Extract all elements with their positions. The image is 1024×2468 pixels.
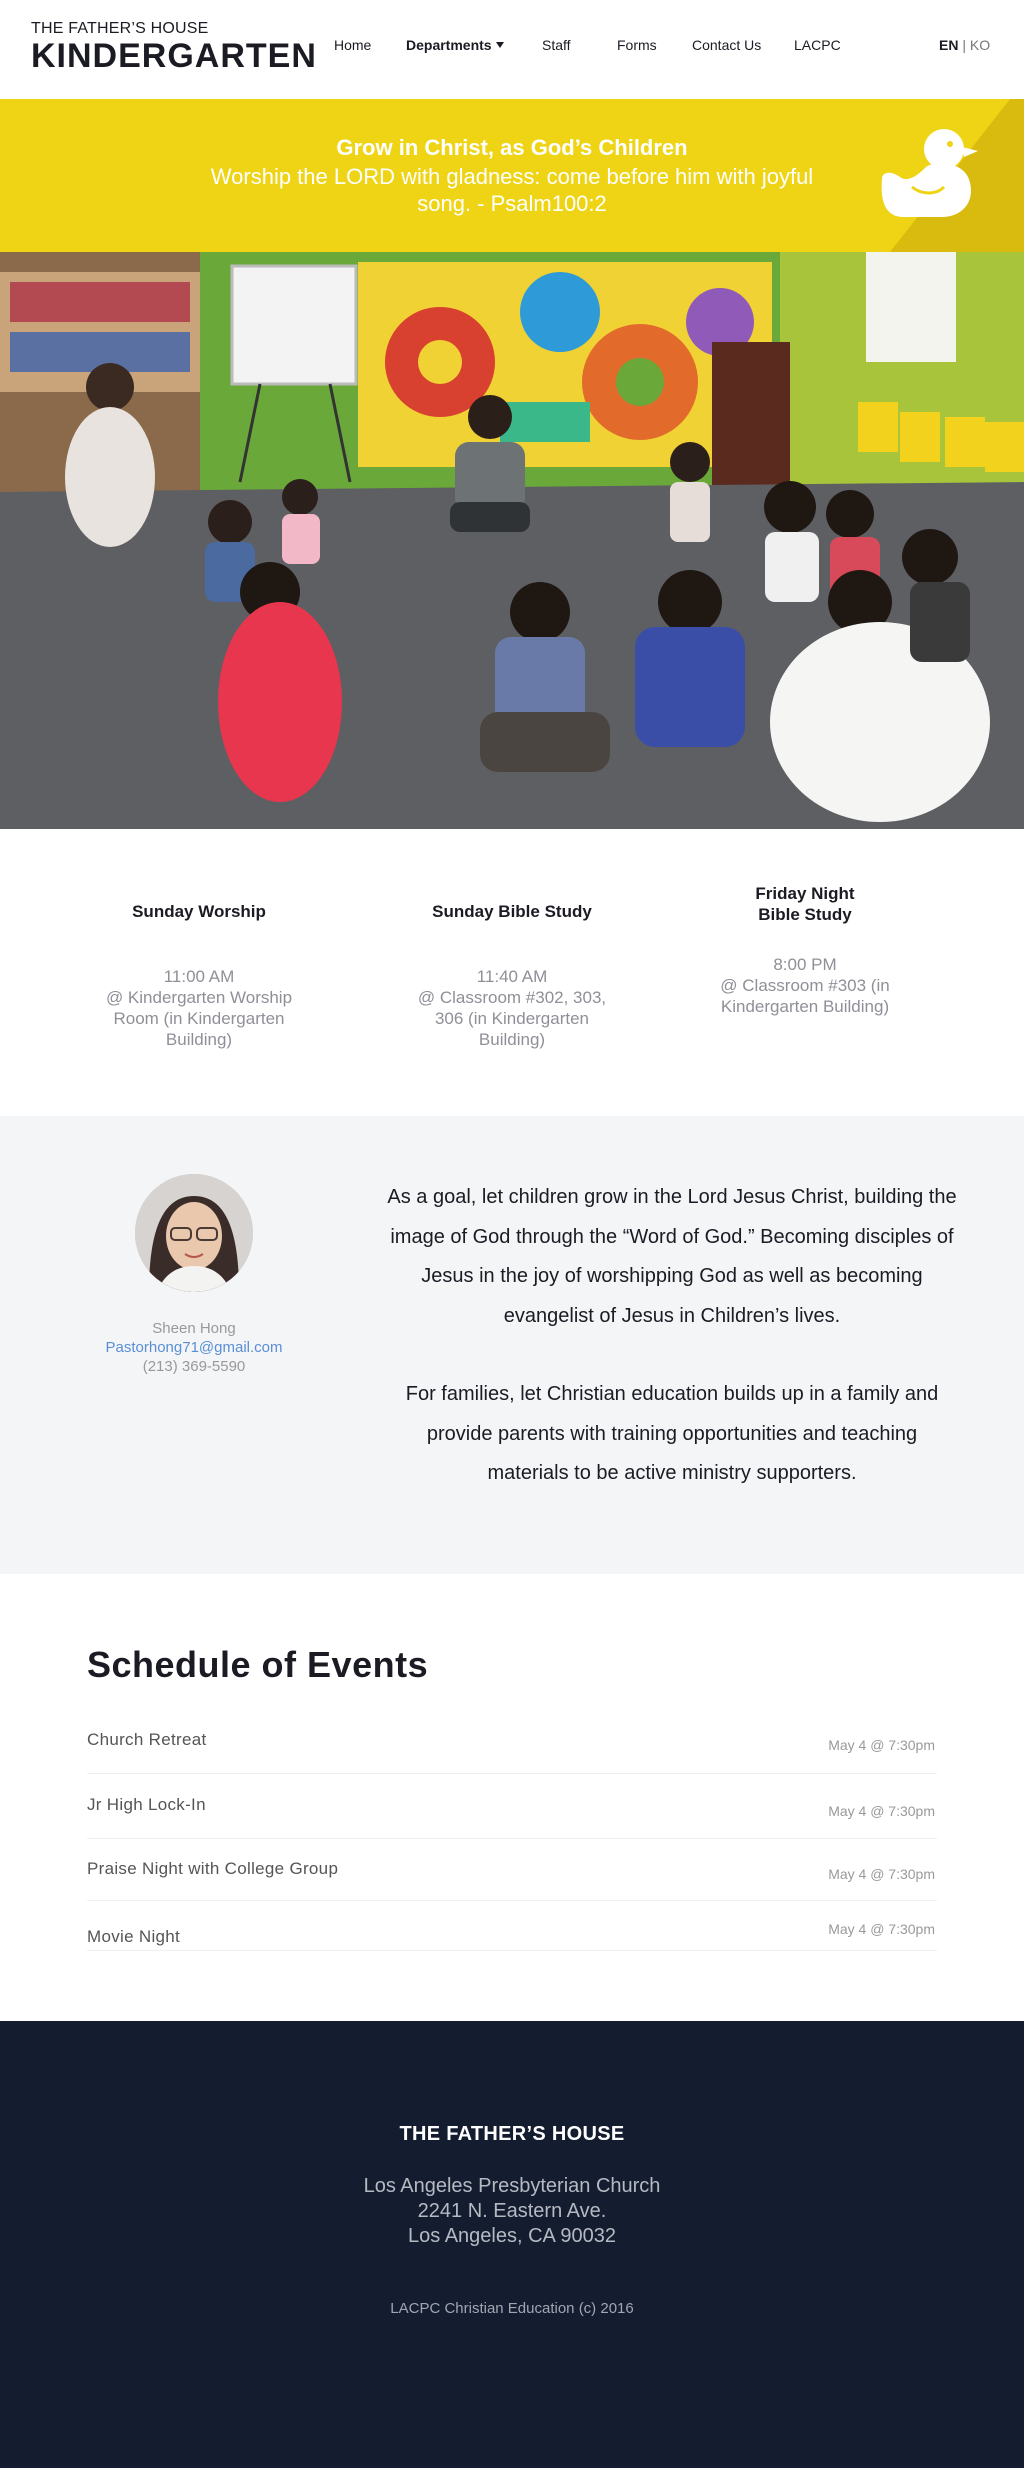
event-divider: [87, 1950, 937, 1951]
nav-forms[interactable]: Forms: [617, 37, 657, 53]
service-sunday-bible-study: Sunday Bible Study 11:40 AM @ Classroom …: [402, 891, 622, 1050]
hero-photo: [0, 252, 1024, 829]
nav-departments[interactable]: Departments: [406, 37, 504, 53]
nav-lacpc[interactable]: LACPC: [794, 37, 841, 53]
rubber-duck-icon: [881, 129, 978, 217]
service-time: 11:40 AM: [476, 967, 548, 986]
logo-title: KINDERGARTEN: [31, 37, 317, 75]
footer-city: Los Angeles, CA 90032: [408, 2225, 616, 2247]
service-time: 11:00 AM: [163, 967, 235, 986]
footer-title: THE FATHER’S HOUSE: [399, 2123, 625, 2145]
event-date: May 4 @ 7:30pm: [828, 1737, 935, 1753]
event-name[interactable]: Church Retreat: [87, 1730, 206, 1750]
service-title: Friday Night Bible Study: [755, 884, 855, 924]
event-name[interactable]: Praise Night with College Group: [87, 1859, 338, 1879]
footer-church-name: Los Angeles Presbyterian Church: [363, 2175, 661, 2197]
service-times: Sunday Worship 11:00 AM @ Kindergarten W…: [0, 829, 1024, 1116]
language-switcher: EN | KO: [939, 37, 990, 53]
mission-section: Sheen Hong Pastorhong71@gmail.com (213) …: [0, 1116, 1024, 1574]
event-date: May 4 @ 7:30pm: [828, 1921, 935, 1937]
banner-title: Grow in Christ, as God’s Children: [336, 135, 688, 160]
classroom-illustration: [0, 252, 1024, 829]
service-time: 8:00 PM: [773, 955, 837, 974]
staff-phone: (213) 369-5590: [142, 1358, 246, 1375]
chevron-down-icon: [495, 42, 504, 48]
avatar: [135, 1174, 253, 1292]
nav-staff[interactable]: Staff: [542, 37, 571, 53]
staff-name: Sheen Hong: [152, 1320, 236, 1337]
lang-en[interactable]: EN: [939, 37, 958, 53]
event-divider: [87, 1838, 937, 1839]
staff-photo: [135, 1174, 253, 1292]
service-sunday-worship: Sunday Worship 11:00 AM @ Kindergarten W…: [89, 891, 309, 1050]
site-footer: THE FATHER’S HOUSE Los Angeles Presbyter…: [0, 2021, 1024, 2468]
site-header: THE FATHER’S HOUSE KINDERGARTEN Home Dep…: [0, 0, 1024, 99]
service-title: Sunday Worship: [132, 902, 266, 921]
event-date: May 4 @ 7:30pm: [828, 1866, 935, 1882]
service-place: @ Classroom #302, 303, 306 (in Kindergar…: [417, 988, 607, 1049]
service-friday-bible-study: Friday Night Bible Study 8:00 PM @ Class…: [694, 883, 916, 1017]
service-place: @ Kindergarten Worship Room (in Kinderga…: [105, 988, 293, 1049]
lang-ko[interactable]: KO: [970, 37, 990, 53]
service-title: Sunday Bible Study: [432, 902, 592, 921]
footer-copyright: LACPC Christian Education (c) 2016: [390, 2300, 634, 2317]
schedule-title: Schedule of Events: [87, 1644, 429, 1685]
schedule-section: Schedule of Events Church Retreat May 4 …: [0, 1574, 1024, 2021]
nav-departments-label: Departments: [406, 37, 492, 53]
footer-street: 2241 N. Eastern Ave.: [417, 2200, 607, 2222]
site-logo[interactable]: THE FATHER’S HOUSE KINDERGARTEN: [31, 20, 317, 74]
staff-email-link[interactable]: Pastorhong71@gmail.com: [80, 1338, 308, 1357]
service-place: @ Classroom #303 (in Kindergarten Buildi…: [720, 976, 890, 1016]
lang-separator: |: [962, 37, 966, 53]
hero-banner: Grow in Christ, as God’s Children Worshi…: [0, 99, 1024, 252]
event-divider: [87, 1773, 937, 1774]
mission-paragraph-families: For families, let Christian education bu…: [405, 1383, 939, 1484]
banner-verse: Worship the LORD with gladness: come bef…: [210, 164, 814, 216]
event-divider: [87, 1900, 937, 1901]
event-date: May 4 @ 7:30pm: [828, 1803, 935, 1819]
event-name[interactable]: Jr High Lock-In: [87, 1795, 206, 1815]
nav-home[interactable]: Home: [334, 37, 371, 53]
mission-paragraph-goal: As a goal, let children grow in the Lord…: [387, 1186, 957, 1327]
nav-contact-us[interactable]: Contact Us: [692, 37, 761, 53]
event-name[interactable]: Movie Night: [87, 1927, 180, 1947]
logo-subtitle: THE FATHER’S HOUSE: [31, 20, 209, 37]
